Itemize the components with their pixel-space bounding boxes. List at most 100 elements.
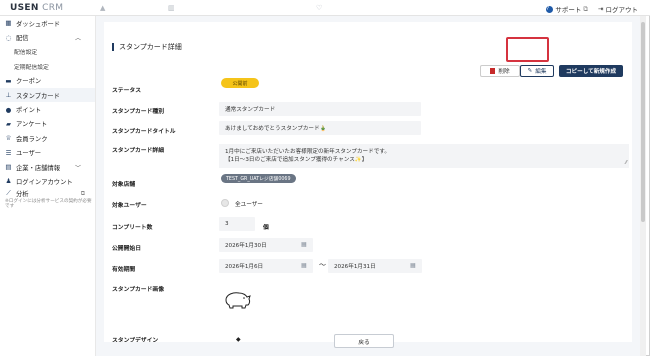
analytics-icon: ⟋ [6, 189, 11, 198]
sidebar-item-label: ポイント [16, 107, 42, 115]
pencil-icon: ✎ [527, 68, 533, 74]
publish-start-value: 2026年1月30日 ▦ [219, 238, 313, 252]
account-icon: ♟ [5, 177, 12, 186]
sidebar-item-label: 会員ランク [16, 135, 48, 143]
card-image-label: スタンプカード画像 [112, 287, 164, 293]
resize-handle-icon: ⁄⁄ [625, 160, 627, 166]
sidebar-item-label: 分析 [16, 191, 29, 199]
scrollbar-thumb[interactable] [641, 22, 645, 222]
stamp-icon: ⊥ [5, 91, 12, 100]
detail-textarea: 1月中にご来店いただいたお客様限定の新年スタンプカードです。 【1日〜3日のご来… [219, 144, 629, 168]
logout-label: ログアウト [605, 6, 639, 14]
coupon-icon: ▬ [5, 76, 12, 85]
complete-unit: 個 [263, 225, 269, 231]
sidebar-item-scheduled-broadcast[interactable]: 定期配信設定 [0, 59, 95, 73]
logo-main: USEN [10, 3, 39, 13]
top-right-links: ? サポート ⧉ ⇥ ログアウト [546, 4, 638, 14]
sidebar-item-label: スタンプカード [16, 92, 60, 100]
sidebar-item-label: 企業・店舗情報 [16, 164, 61, 172]
copy-create-button[interactable]: コピーして新規作成 [559, 65, 623, 77]
logout-link[interactable]: ⇥ ログアウト [598, 4, 638, 14]
type-value: 通常スタンプカード [219, 102, 421, 116]
sidebar: ▦ ダッシュボード ◌ 配信 ︿ 配信設定 定期配信設定 ▬ クーポン ⊥ スタ… [0, 16, 96, 356]
sidebar-item-user[interactable]: ☰ ユーザー [0, 146, 95, 160]
dashboard-icon: ▦ [5, 19, 12, 28]
sidebar-nav: ▦ ダッシュボード ◌ 配信 ︿ 配信設定 定期配信設定 ▬ クーポン ⊥ スタ… [0, 16, 95, 211]
delete-button[interactable]: 削除 [480, 65, 520, 77]
target-user-label: 対象ユーザー [112, 203, 147, 209]
trash-icon [490, 68, 496, 74]
analytics-note: ※ログインには分析サービスの契約が必要です [5, 198, 92, 210]
sidebar-item-label: クーポン [16, 78, 42, 86]
external-link-icon: ⧉ [583, 4, 589, 13]
complete-count-label: コンプリート数 [112, 225, 153, 231]
calendar-icon: ▦ [301, 241, 307, 248]
logout-icon: ⇥ [598, 5, 604, 13]
sidebar-item-analytics[interactable]: ⟋ 分析 ⧉ [0, 189, 95, 199]
heart-icon: ♡ [316, 4, 323, 12]
help-icon: ? [546, 5, 554, 13]
sidebar-item-label: ダッシュボード [16, 20, 61, 28]
complete-count-value: 3 [219, 217, 255, 231]
sidebar-item-label: ログインアカウント [16, 178, 73, 186]
user-icon: ☰ [5, 148, 12, 157]
all-users-radio [221, 199, 229, 207]
building-icon: ▥ [168, 4, 175, 12]
piggy-bank-image [225, 292, 251, 309]
sidebar-item-coupon[interactable]: ▬ クーポン [0, 74, 95, 88]
all-users-label: 全ユーザー [235, 202, 263, 208]
status-badge: 公開前 [221, 78, 259, 88]
status-label: ステータス [112, 88, 141, 94]
type-label: スタンプカード種別 [112, 109, 164, 115]
survey-icon: ▰ [6, 119, 11, 128]
valid-to-date: 2026年1月31日 [334, 264, 376, 270]
point-icon: ● [5, 105, 12, 114]
sidebar-item-label: 配信設定 [14, 50, 38, 57]
main-content: スタンプカード詳細 削除 ✎ 編集 コピーして新規作成 ステータス 公開前 スタ… [96, 16, 640, 356]
valid-to-value: 2026年1月31日 ▦ [328, 259, 422, 273]
broadcast-icon: ◌ [5, 33, 12, 42]
sidebar-item-store-info[interactable]: ▤ 企業・店舗情報 ﹀ [0, 160, 95, 174]
store-label: 対象店舗 [112, 182, 136, 188]
publish-start-label: 公開開始日 [112, 246, 141, 252]
valid-from-date: 2026年1月6日 [225, 264, 264, 270]
page-title: スタンプカード詳細 [112, 43, 182, 51]
calendar-icon: ▦ [301, 262, 307, 269]
detail-card: スタンプカード詳細 削除 ✎ 編集 コピーして新規作成 ステータス 公開前 スタ… [104, 22, 632, 356]
sidebar-item-label: アンケート [16, 121, 48, 129]
title-label: スタンプカードタイトル [112, 129, 176, 135]
rank-icon: ♕ [5, 134, 12, 143]
logo-sub: CRM [42, 3, 64, 13]
edit-highlight-frame [506, 37, 549, 62]
detail-line-1: 1月中にご来店いただいたお客様限定の新年スタンプカードです。 [225, 149, 390, 155]
external-link-icon: ⧉ [80, 189, 85, 197]
sidebar-item-login-account[interactable]: ♟ ログインアカウント [0, 174, 95, 188]
sidebar-item-stamp-card[interactable]: ⊥ スタンプカード [0, 87, 95, 103]
chevron-up-icon: ︿ [74, 35, 81, 43]
edit-label: 編集 [535, 69, 547, 75]
back-button[interactable]: 戻る [334, 334, 394, 348]
top-bar: USEN CRM ▲ ▥ ♡ ? サポート ⧉ ⇥ ログアウト [0, 0, 650, 16]
period-separator: 〜 [319, 261, 326, 269]
support-link[interactable]: ? サポート ⧉ [546, 4, 588, 14]
detail-label: スタンプカード詳細 [112, 148, 164, 154]
valid-from-value: 2026年1月6日 ▦ [219, 259, 313, 273]
delete-label: 削除 [498, 69, 510, 75]
scrollbar[interactable] [640, 16, 646, 356]
sidebar-item-dashboard[interactable]: ▦ ダッシュボード [0, 16, 95, 30]
edit-button[interactable]: ✎ 編集 [520, 65, 554, 77]
support-label: サポート [555, 6, 582, 14]
sidebar-item-broadcast-settings[interactable]: 配信設定 [0, 45, 95, 59]
sidebar-item-label: 定期配信設定 [14, 64, 49, 71]
sidebar-item-broadcast[interactable]: ◌ 配信 ︿ [0, 30, 95, 44]
detail-line-2: 【1日〜3日のご来店で追加スタンプ獲得のチャンス✨】 [225, 157, 368, 163]
app-logo[interactable]: USEN CRM [10, 3, 63, 13]
calendar-icon: ▦ [410, 262, 416, 269]
sidebar-item-member-rank[interactable]: ♕ 会員ランク [0, 131, 95, 145]
sidebar-item-label: 配信 [16, 35, 29, 43]
store-badge: TEST_GR_UATレジ店舗0069 [221, 174, 296, 183]
sidebar-item-survey[interactable]: ▰ アンケート [0, 117, 95, 131]
sidebar-item-point[interactable]: ● ポイント [0, 102, 95, 116]
title-value: あけましておめでとうスタンプカード🎍 [219, 121, 421, 135]
store-icon: ▤ [5, 163, 12, 172]
